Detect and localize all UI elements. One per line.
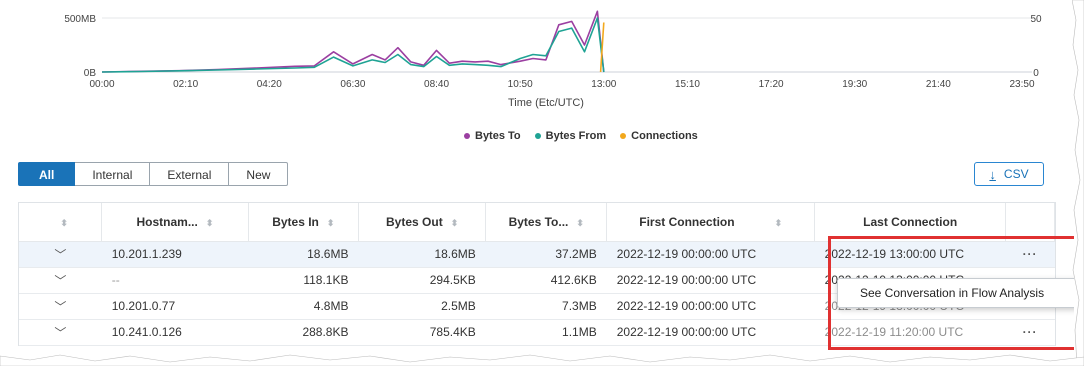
legend-label-connections: Connections (631, 130, 698, 142)
expand-column-header[interactable]: ⬍ (19, 203, 103, 242)
x-tick-label: 23:50 (1009, 79, 1034, 90)
bytes-out-cell: 2.5MB (358, 293, 486, 320)
x-tick-label: 21:40 (926, 79, 951, 90)
series-line-bytes-to (101, 10, 605, 73)
y-left-tick-label: 500MB (64, 14, 96, 25)
bytes-total-header-label: Bytes To... (508, 214, 569, 229)
legend-label-bytes-from: Bytes From (545, 130, 607, 142)
bytes-out-header-label: Bytes Out (386, 214, 443, 229)
legend-connections[interactable]: Connections (620, 130, 698, 142)
expand-chevron-icon[interactable]: ﹀ (19, 267, 102, 294)
traffic-panel: 500MB 0B 50 0 00:00 02:10 04:20 06:30 08:40 10:50… (8, 0, 1074, 356)
x-tick-label: 19:30 (842, 79, 867, 90)
bytes-out-column-header[interactable]: Bytes Out ⬍ (358, 203, 487, 242)
bytes-in-header-label: Bytes In (272, 214, 319, 229)
bytes-total-cell: 37.2MB (485, 241, 607, 268)
bytes-in-cell: 18.6MB (248, 241, 359, 268)
sort-icon: ⬍ (774, 217, 783, 228)
x-tick-label: 17:20 (759, 79, 784, 90)
y-left-tick-label: 0B (84, 68, 97, 79)
expand-chevron-icon[interactable]: ﹀ (19, 241, 102, 268)
filter-external-button[interactable]: External (150, 162, 230, 186)
bytes-total-cell: 412.6KB (485, 267, 607, 294)
filter-internal-button[interactable]: Internal (75, 162, 151, 186)
sort-icon: ⬍ (326, 217, 335, 228)
x-axis-title: Time (Etc/UTC) (508, 97, 584, 109)
first-connection-column-header[interactable]: First Connection ⬍ (606, 203, 816, 242)
filter-new-button[interactable]: New (229, 162, 289, 186)
bytes-in-cell: 288.8KB (248, 319, 359, 346)
sort-icon: ⬍ (450, 217, 459, 228)
torn-edge-right (1072, 0, 1084, 366)
bytes-total-cell: 7.3MB (485, 293, 607, 320)
hostname-cell: 10.241.0.126 (101, 319, 249, 346)
first-connection-cell: 2022-12-19 00:00:00 UTC (606, 319, 815, 346)
hostname-cell: 10.201.0.77 (101, 293, 249, 320)
first-connection-cell: 2022-12-19 00:00:00 UTC (606, 293, 815, 320)
first-connection-cell: 2022-12-19 00:00:00 UTC (606, 241, 815, 268)
filter-all-button[interactable]: All (18, 162, 76, 186)
x-tick-label: 00:00 (89, 79, 114, 90)
export-csv-button[interactable]: ↓ CSV (974, 162, 1044, 186)
legend-dot-connections (620, 133, 627, 139)
hostname-header-label: Hostnam... (136, 214, 198, 229)
traffic-filter-group: All Internal External New (18, 162, 289, 186)
hostname-column-header[interactable]: Hostnam... ⬍ (101, 203, 249, 242)
torn-edge-bottom (0, 354, 1084, 366)
bytes-total-cell: 1.1MB (485, 319, 607, 346)
bytes-total-column-header[interactable]: Bytes To... ⬍ (485, 203, 608, 242)
sort-icon: ⬍ (60, 217, 68, 228)
y-right-tick-label: 50 (1030, 14, 1042, 25)
bytes-out-cell: 294.5KB (358, 267, 486, 294)
chart-legend: Bytes To Bytes From Connections (464, 130, 698, 142)
x-tick-label: 13:00 (591, 79, 616, 90)
hostname-cell: -- (101, 267, 249, 294)
hostname-cell: 10.201.1.239 (101, 241, 249, 268)
x-tick-label: 06:30 (340, 79, 365, 90)
bytes-in-cell: 4.8MB (248, 293, 359, 320)
x-tick-label: 15:10 (675, 79, 700, 90)
flow-analysis-tooltip[interactable]: See Conversation in Flow Analysis (837, 278, 1074, 308)
bytes-in-column-header[interactable]: Bytes In ⬍ (248, 203, 359, 242)
bytes-out-cell: 785.4KB (358, 319, 486, 346)
x-tick-label: 02:10 (173, 79, 198, 90)
legend-bytes-to[interactable]: Bytes To (464, 130, 521, 142)
expand-chevron-icon[interactable]: ﹀ (19, 319, 102, 346)
last-connection-header-label: Last Connection (863, 214, 958, 229)
bytes-in-cell: 118.1KB (248, 267, 359, 294)
bytes-out-cell: 18.6MB (358, 241, 486, 268)
x-tick-label: 04:20 (257, 79, 282, 90)
legend-dot-bytes-to (464, 133, 470, 139)
csv-label: CSV (1003, 167, 1029, 181)
sort-icon: ⬍ (205, 217, 214, 228)
legend-dot-bytes-from (534, 133, 541, 139)
expand-chevron-icon[interactable]: ﹀ (19, 293, 102, 320)
x-tick-label: 10:50 (508, 79, 533, 90)
first-connection-header-label: First Connection (639, 214, 735, 229)
legend-bytes-from[interactable]: Bytes From (534, 130, 607, 142)
sort-icon: ⬍ (576, 217, 584, 228)
legend-label-bytes-to: Bytes To (475, 130, 521, 142)
first-connection-cell: 2022-12-19 00:00:00 UTC (606, 267, 815, 294)
traffic-chart: 500MB 0B 50 0 00:00 02:10 04:20 06:30 08:40 10:50… (64, 10, 1042, 90)
x-tick-label: 08:40 (424, 79, 449, 90)
download-icon: ↓ (989, 166, 996, 182)
y-right-tick-label: 0 (1033, 68, 1039, 79)
